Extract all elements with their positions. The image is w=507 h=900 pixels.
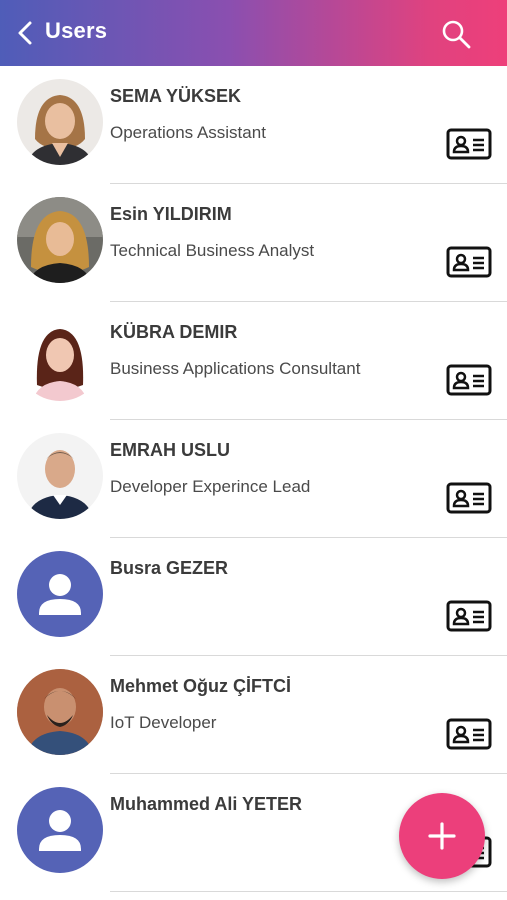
contact-card-icon[interactable] (446, 718, 492, 750)
person-icon (17, 551, 103, 637)
avatar-placeholder (17, 551, 103, 637)
contact-card-icon[interactable] (446, 128, 492, 160)
person-icon (17, 787, 103, 873)
user-role: Developer Experince Lead (110, 477, 311, 496)
contact-card-icon[interactable] (446, 364, 492, 396)
add-user-button[interactable] (399, 793, 485, 879)
user-list: SEMA YÜKSEK Operations Assistant Esin YI… (0, 66, 507, 892)
user-name: Busra GEZER (110, 558, 229, 578)
contact-card-icon[interactable] (446, 482, 492, 514)
avatar (17, 197, 103, 283)
contact-card-icon[interactable] (446, 600, 492, 632)
plus-icon (428, 822, 456, 850)
chevron-left-icon[interactable] (14, 20, 38, 46)
app-header: Users (0, 0, 507, 66)
user-name: EMRAH USLU (110, 440, 230, 460)
list-item[interactable]: Mehmet Oğuz ÇİFTCİ IoT Developer (0, 656, 507, 774)
user-role: Business Applications Consultant (110, 359, 361, 378)
search-icon[interactable] (440, 18, 472, 50)
user-name: SEMA YÜKSEK (110, 86, 242, 106)
avatar (17, 433, 103, 519)
user-role: Operations Assistant (110, 123, 266, 142)
user-role: IoT Developer (110, 713, 217, 732)
user-role: Technical Business Analyst (110, 241, 315, 260)
list-item[interactable]: Busra GEZER (0, 538, 507, 656)
list-item[interactable]: Esin YILDIRIM Technical Business Analyst (0, 184, 507, 302)
list-item[interactable]: KÜBRA DEMIR Business Applications Consul… (0, 302, 507, 420)
user-name: Mehmet Oğuz ÇİFTCİ (110, 676, 291, 696)
avatar (17, 315, 103, 401)
avatar-placeholder (17, 787, 103, 873)
list-item[interactable]: SEMA YÜKSEK Operations Assistant (0, 66, 507, 184)
contact-card-icon[interactable] (446, 246, 492, 278)
page-title: Users (45, 18, 108, 43)
avatar (17, 669, 103, 755)
user-name: Esin YILDIRIM (110, 204, 232, 224)
user-name: KÜBRA DEMIR (110, 322, 238, 342)
list-item[interactable]: EMRAH USLU Developer Experince Lead (0, 420, 507, 538)
avatar (17, 79, 103, 165)
user-name: Muhammed Ali YETER (110, 794, 303, 814)
